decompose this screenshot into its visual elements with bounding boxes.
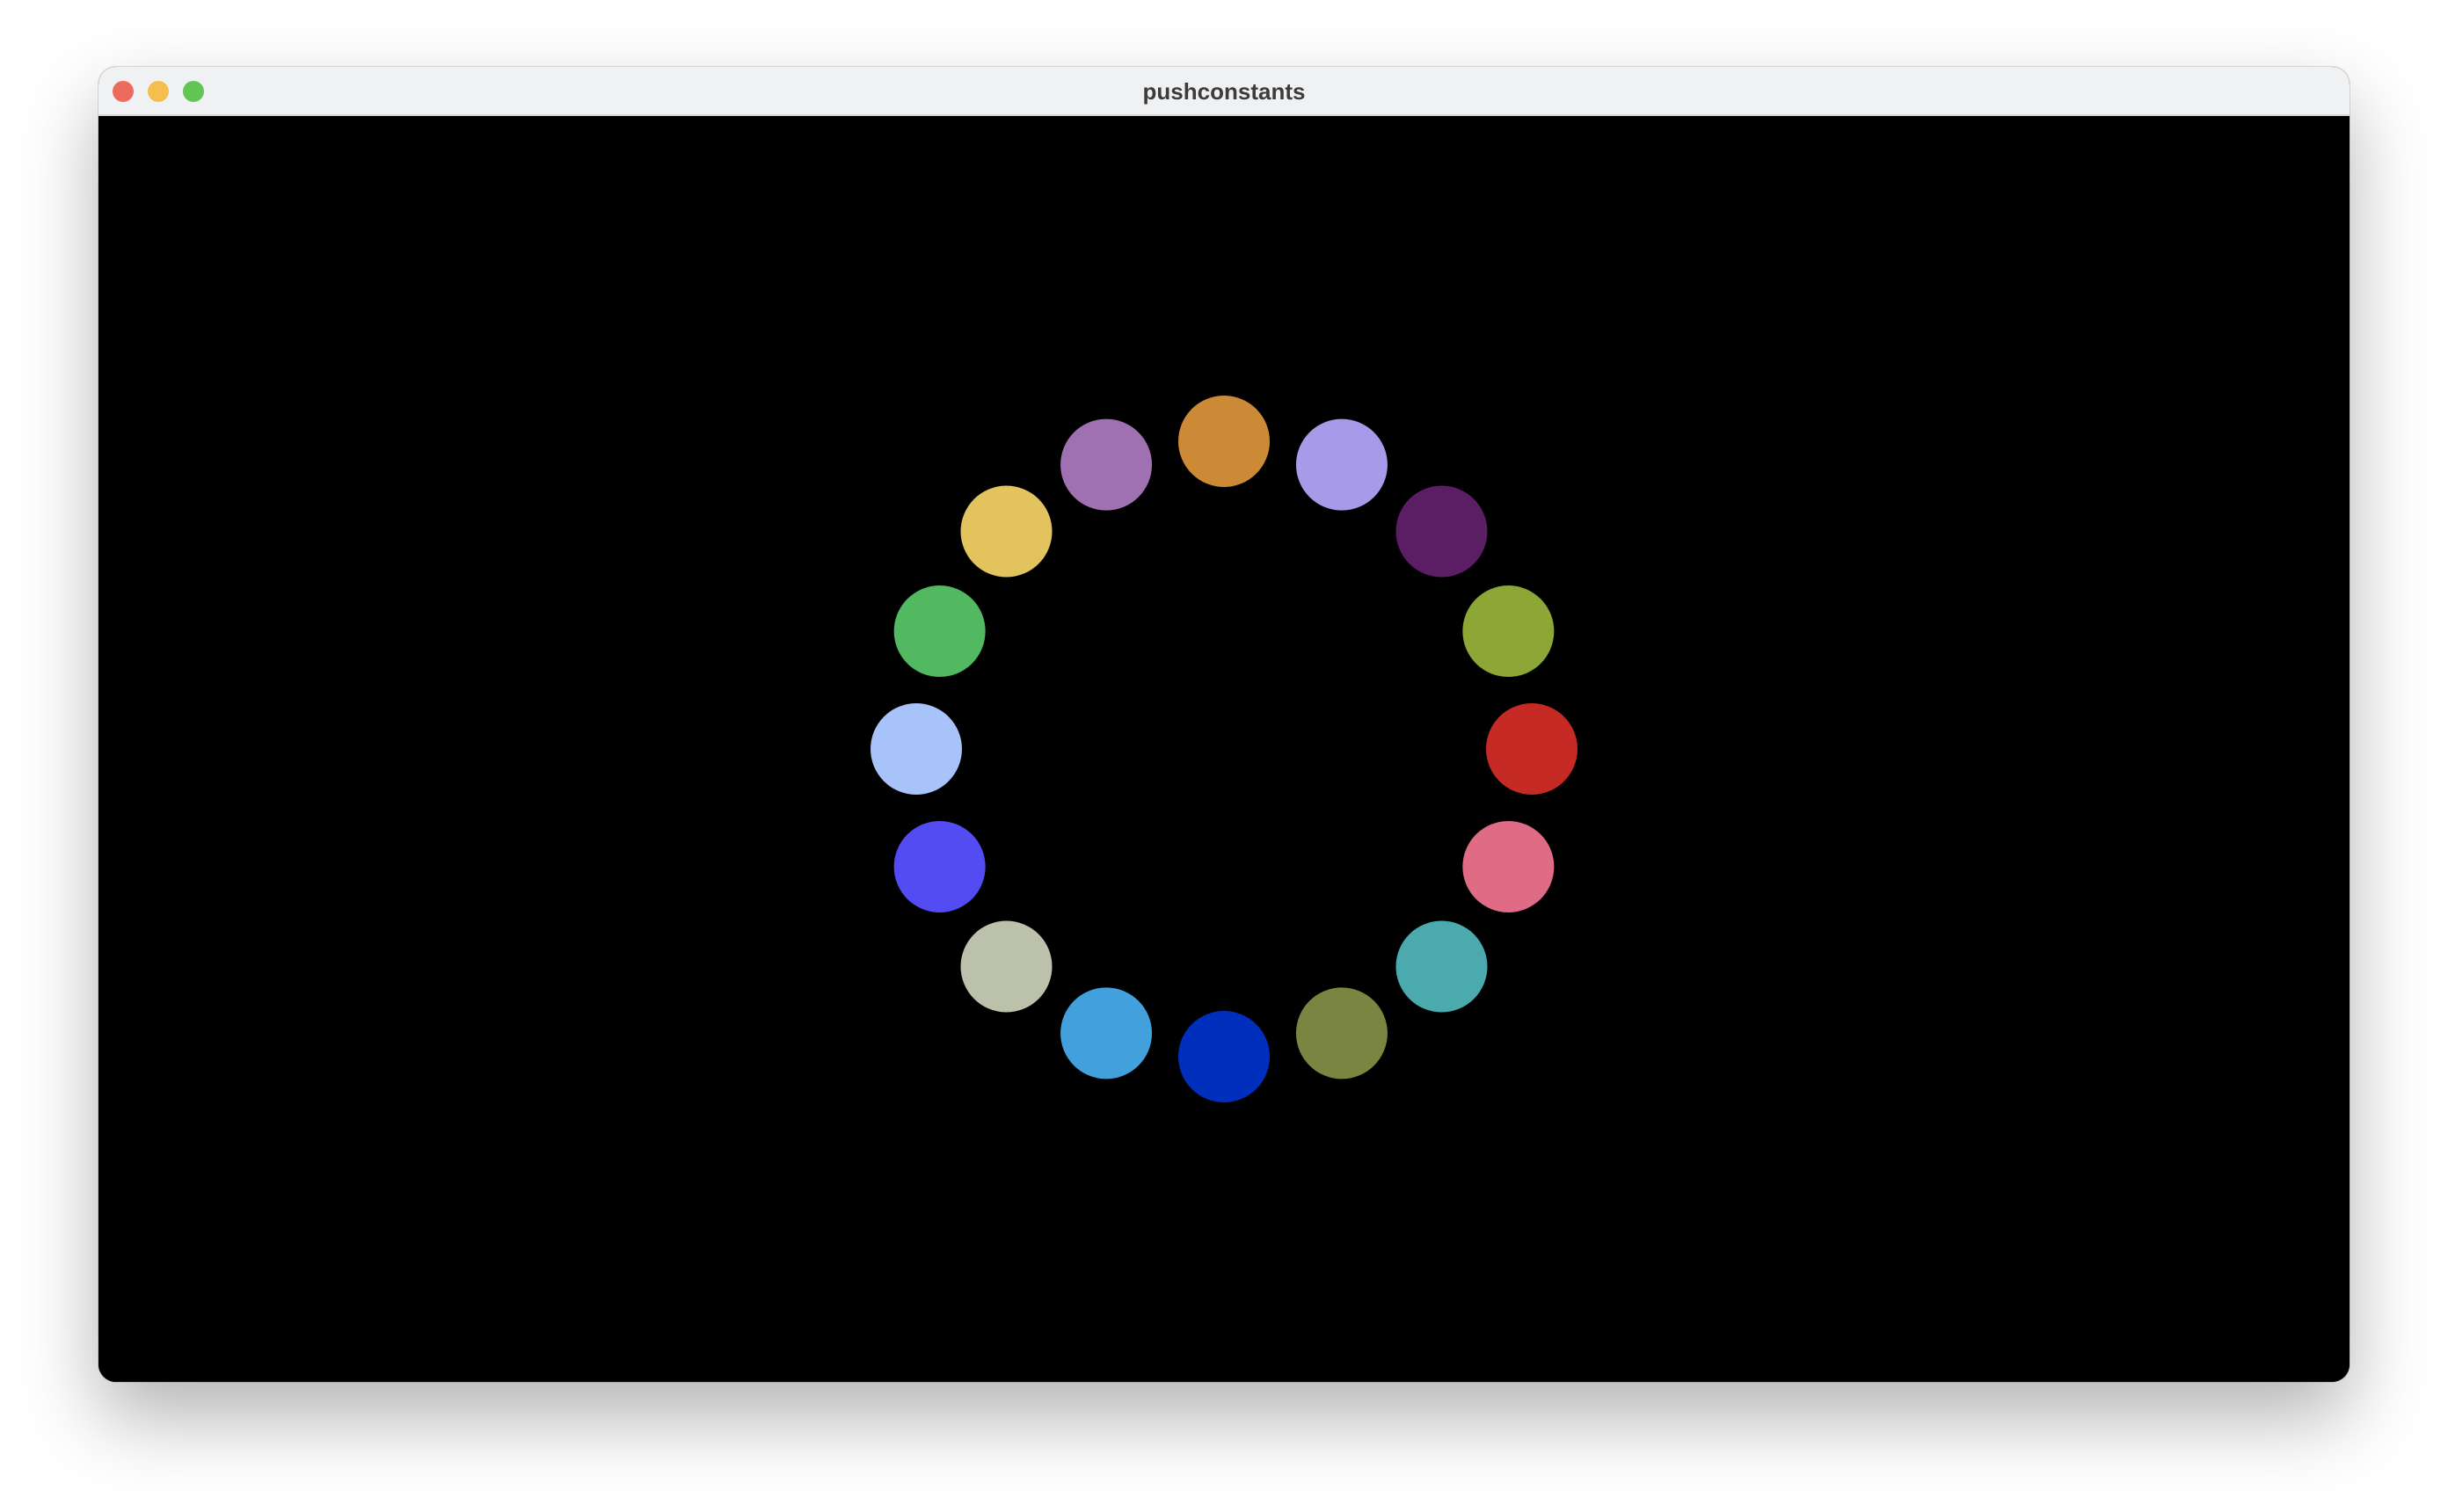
canvas-background [98, 116, 2350, 1382]
ring-circle [1295, 418, 1388, 511]
ring-circle [960, 920, 1053, 1013]
ring-circle [1486, 703, 1577, 795]
ring-circle [1060, 987, 1153, 1079]
ring-circle [1395, 485, 1488, 578]
ring-circle [1462, 820, 1555, 912]
render-viewport [98, 116, 2350, 1382]
ring-circle [1295, 987, 1388, 1079]
ring-circle [893, 820, 986, 912]
ring-circle [960, 485, 1053, 578]
ring-circle [1395, 920, 1488, 1013]
app-window: pushconstants [98, 67, 2350, 1382]
ring-circle [1060, 418, 1153, 511]
title-bar[interactable]: pushconstants [98, 67, 2350, 116]
ring-circle [893, 585, 986, 678]
ring-circle [871, 703, 962, 795]
ring-circle [1178, 396, 1270, 487]
ring-circle [1462, 585, 1555, 678]
ring-circle [1178, 1011, 1270, 1102]
circle-ring-canvas [98, 116, 2350, 1382]
window-title: pushconstants [1142, 78, 1306, 105]
